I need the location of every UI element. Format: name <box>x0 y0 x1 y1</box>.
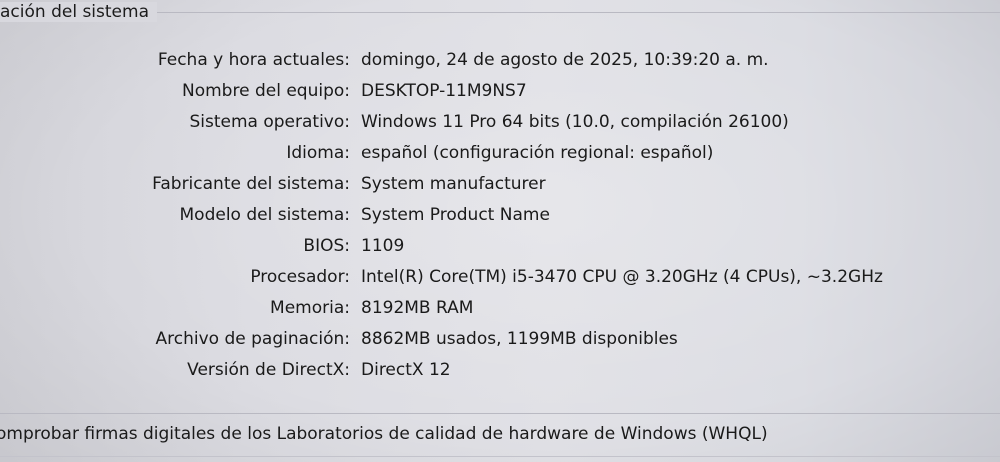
computer-name-label: Nombre del equipo: <box>182 81 350 101</box>
bios-value: 1109 <box>361 236 405 256</box>
row-memory: Memoria: 8192MB RAM <box>0 298 1000 326</box>
memory-value: 8192MB RAM <box>361 298 474 318</box>
directx-label: Versión de DirectX: <box>187 360 350 380</box>
row-directx: Versión de DirectX: DirectX 12 <box>0 360 1000 388</box>
language-value: español (configuración regional: español… <box>361 143 714 163</box>
memory-label: Memoria: <box>270 298 350 318</box>
row-os: Sistema operativo: Windows 11 Pro 64 bit… <box>0 112 1000 140</box>
row-processor: Procesador: Intel(R) Core(TM) i5-3470 CP… <box>0 267 1000 295</box>
row-datetime: Fecha y hora actuales: domingo, 24 de ag… <box>0 50 1000 78</box>
group-title: ación del sistema <box>0 2 157 22</box>
model-value: System Product Name <box>361 205 550 225</box>
processor-label: Procesador: <box>250 267 350 287</box>
computer-name-value: DESKTOP-11M9NS7 <box>361 81 527 101</box>
whql-checkbox-row[interactable]: omprobar firmas digitales de los Laborat… <box>0 424 768 444</box>
divider <box>0 456 1000 457</box>
row-model: Modelo del sistema: System Product Name <box>0 205 1000 233</box>
datetime-label: Fecha y hora actuales: <box>157 50 350 70</box>
os-value: Windows 11 Pro 64 bits (10.0, compilació… <box>361 112 789 132</box>
row-computer-name: Nombre del equipo: DESKTOP-11M9NS7 <box>0 81 1000 109</box>
directx-value: DirectX 12 <box>361 360 451 380</box>
model-label: Modelo del sistema: <box>179 205 351 225</box>
datetime-value: domingo, 24 de agosto de 2025, 10:39:20 … <box>361 50 769 70</box>
bios-label: BIOS: <box>303 236 350 256</box>
row-pagefile: Archivo de paginación: 8862MB usados, 11… <box>0 329 1000 357</box>
row-manufacturer: Fabricante del sistema: System manufactu… <box>0 174 1000 202</box>
pagefile-label: Archivo de paginación: <box>155 329 351 349</box>
row-bios: BIOS: 1109 <box>0 236 1000 264</box>
processor-value: Intel(R) Core(TM) i5-3470 CPU @ 3.20GHz … <box>361 267 883 287</box>
os-label: Sistema operativo: <box>189 112 350 132</box>
manufacturer-label: Fabricante del sistema: <box>152 174 350 194</box>
language-label: Idioma: <box>286 143 350 163</box>
pagefile-value: 8862MB usados, 1199MB disponibles <box>361 329 678 349</box>
manufacturer-value: System manufacturer <box>361 174 546 194</box>
whql-checkbox-label[interactable]: omprobar firmas digitales de los Laborat… <box>0 424 768 444</box>
row-language: Idioma: español (configuración regional:… <box>0 143 1000 171</box>
